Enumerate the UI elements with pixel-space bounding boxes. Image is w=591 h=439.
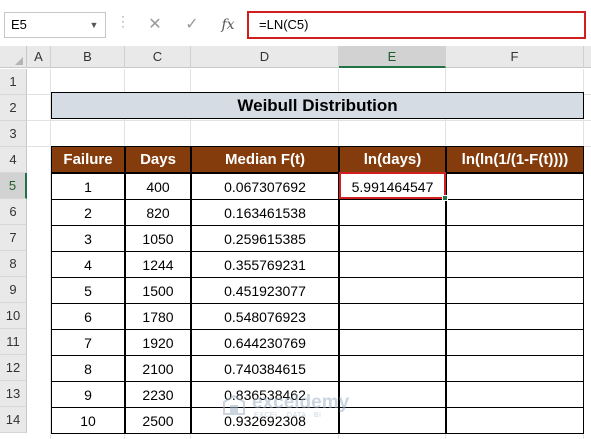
cell-ln-days[interactable] [339, 225, 446, 252]
cell-failure[interactable]: 8 [51, 355, 125, 382]
cell-failure[interactable]: 6 [51, 303, 125, 330]
cell-failure[interactable]: 10 [51, 407, 125, 434]
separator-dots-icon: ⋮ [116, 13, 130, 29]
cell-ln-days[interactable] [339, 251, 446, 278]
chevron-down-icon[interactable]: ▼ [89, 13, 99, 37]
cell-ln-ln[interactable] [446, 329, 584, 356]
row-header-14[interactable]: 14 [0, 407, 27, 433]
row-header-8[interactable]: 8 [0, 251, 27, 277]
watermark-tagline: EXCEL · DATA · BI [254, 412, 322, 419]
row-header-5[interactable]: 5 [0, 173, 27, 199]
row-header-12[interactable]: 12 [0, 355, 27, 381]
cell-ln-ln[interactable] [446, 381, 584, 408]
formula-bar: E5 ▼ ⋮ ✕ ✓ fx =LN(C5) [0, 0, 591, 46]
cell-median-f[interactable]: 0.740384615 [191, 355, 339, 382]
header-median-f[interactable]: Median F(t) [191, 146, 339, 173]
select-all-button[interactable] [0, 46, 27, 68]
cell-days[interactable]: 400 [125, 173, 191, 200]
cell-days[interactable]: 1500 [125, 277, 191, 304]
fill-handle[interactable] [442, 195, 448, 201]
cell-failure[interactable]: 3 [51, 225, 125, 252]
cell-failure[interactable]: 5 [51, 277, 125, 304]
row-header-4[interactable]: 4 [0, 147, 27, 173]
cancel-icon[interactable]: ✕ [143, 13, 167, 37]
cell-ln-ln[interactable] [446, 303, 584, 330]
cell-median-f[interactable]: 0.644230769 [191, 329, 339, 356]
watermark: exceldemy EXCEL · DATA · BI [222, 392, 382, 420]
column-header-d[interactable]: D [191, 46, 339, 68]
cell-ln-ln[interactable] [446, 225, 584, 252]
cell-ln-ln[interactable] [446, 407, 584, 434]
cell-ln-ln[interactable] [446, 277, 584, 304]
header-ln-ln[interactable]: ln(ln(1/(1-F(t)))) [446, 146, 584, 173]
column-header-bar: A B C D E F [0, 46, 591, 68]
column-header-c[interactable]: C [125, 46, 191, 68]
column-header-a[interactable]: A [27, 46, 51, 68]
gridline [27, 120, 591, 121]
enter-icon[interactable]: ✓ [180, 13, 204, 37]
select-all-triangle-icon [15, 57, 23, 65]
cell-ln-ln[interactable] [446, 251, 584, 278]
header-ln-days[interactable]: ln(days) [339, 146, 446, 173]
cell-failure[interactable]: 9 [51, 381, 125, 408]
row-header-3[interactable]: 3 [0, 121, 27, 147]
insert-function-icon[interactable]: fx [216, 13, 240, 37]
row-header-9[interactable]: 9 [0, 277, 27, 303]
row-header-10[interactable]: 10 [0, 303, 27, 329]
name-box-value: E5 [11, 17, 27, 32]
cell-days[interactable]: 1244 [125, 251, 191, 278]
row-header-1[interactable]: 1 [0, 69, 27, 95]
watermark-name: exceldemy [252, 392, 350, 413]
row-header-13[interactable]: 13 [0, 381, 27, 407]
cell-ln-days[interactable] [339, 355, 446, 382]
row-header-7[interactable]: 7 [0, 225, 27, 251]
cell-days[interactable]: 1050 [125, 225, 191, 252]
cell-median-f[interactable]: 0.163461538 [191, 199, 339, 226]
cell-ln-ln[interactable] [446, 355, 584, 382]
cell-ln-days[interactable] [339, 303, 446, 330]
cell-median-f[interactable]: 0.067307692 [191, 173, 339, 200]
cell-failure[interactable]: 7 [51, 329, 125, 356]
row-header-6[interactable]: 6 [0, 199, 27, 225]
row-header-2[interactable]: 2 [0, 95, 27, 121]
cell-failure[interactable]: 4 [51, 251, 125, 278]
cell-median-f[interactable]: 0.355769231 [191, 251, 339, 278]
cell-ln-days[interactable] [339, 329, 446, 356]
sheet-title[interactable]: Weibull Distribution [51, 92, 584, 119]
column-header-e[interactable]: E [339, 46, 446, 68]
formula-input[interactable]: =LN(C5) [247, 11, 586, 39]
active-cell-outline [339, 172, 446, 199]
cell-ln-days[interactable] [339, 199, 446, 226]
cell-median-f[interactable]: 0.548076923 [191, 303, 339, 330]
header-days[interactable]: Days [125, 146, 191, 173]
cell-failure[interactable]: 1 [51, 173, 125, 200]
cell-days[interactable]: 820 [125, 199, 191, 226]
exceldemy-logo-icon [223, 394, 245, 415]
cell-days[interactable]: 2500 [125, 407, 191, 434]
cell-median-f[interactable]: 0.259615385 [191, 225, 339, 252]
row-header-11[interactable]: 11 [0, 329, 27, 355]
cell-median-f[interactable]: 0.451923077 [191, 277, 339, 304]
header-failure[interactable]: Failure [51, 146, 125, 173]
cell-ln-ln[interactable] [446, 199, 584, 226]
cell-days[interactable]: 2100 [125, 355, 191, 382]
cell-days[interactable]: 1780 [125, 303, 191, 330]
column-header-b[interactable]: B [51, 46, 125, 68]
column-header-f[interactable]: F [446, 46, 584, 68]
cell-ln-ln[interactable] [446, 173, 584, 200]
cell-ln-days[interactable] [339, 277, 446, 304]
cell-failure[interactable]: 2 [51, 199, 125, 226]
cell-days[interactable]: 1920 [125, 329, 191, 356]
cell-days[interactable]: 2230 [125, 381, 191, 408]
name-box[interactable]: E5 ▼ [4, 12, 106, 38]
